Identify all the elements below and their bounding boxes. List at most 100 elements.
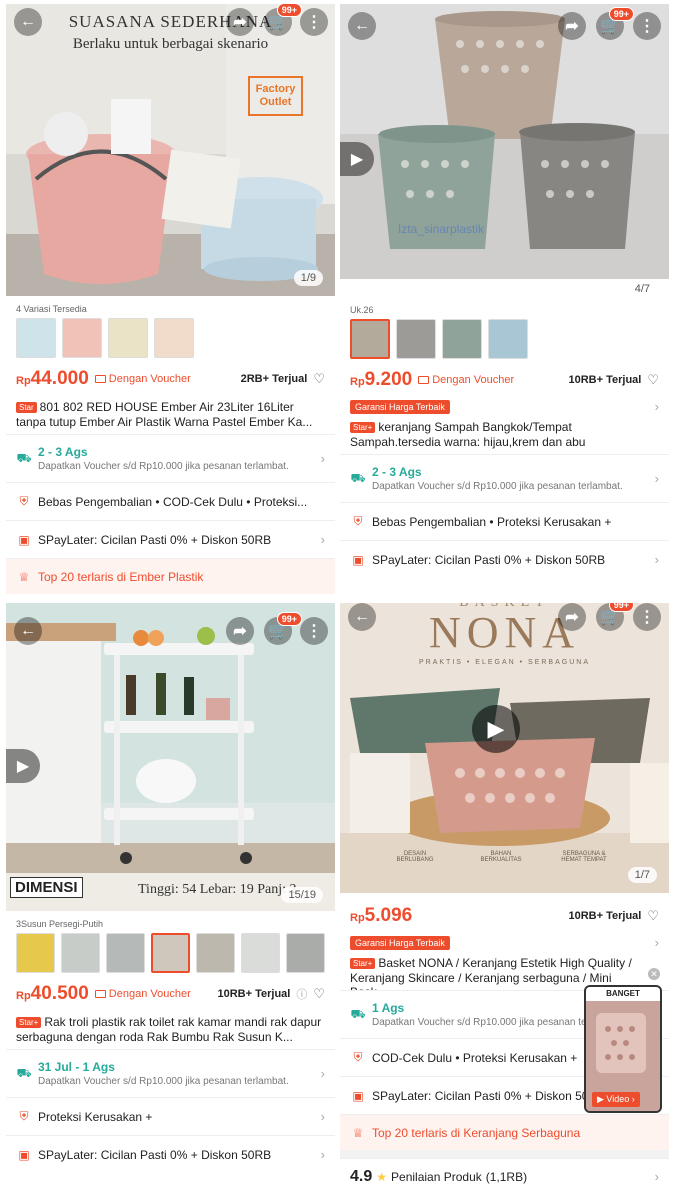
price-row: Rp40.500 Dengan Voucher 10RB+ Terjual ⓘ … [6, 973, 335, 1009]
guarantee-badge: Garansi Harga Terbaik [350, 399, 450, 414]
guarantee-row[interactable]: Garansi Harga Terbaik › [350, 399, 659, 414]
voucher-label[interactable]: Dengan Voucher [418, 374, 514, 386]
truck-icon: ⛟ [350, 470, 366, 485]
variant-thumb[interactable] [151, 933, 191, 973]
perks-row[interactable]: ⛨ Bebas Pengembalian • COD-Cek Dulu • Pr… [6, 482, 335, 520]
mini-video-player[interactable]: BANGET ▶ Video › [584, 985, 662, 1113]
more-icon[interactable]: ⋮ [633, 12, 661, 40]
variant-thumb[interactable] [61, 933, 100, 973]
chevron-right-icon: › [320, 1109, 325, 1124]
product-card-ember: SUASANA SEDERHANA Berlaku untuk berbagai… [6, 4, 335, 598]
variant-thumb[interactable] [286, 933, 326, 973]
cart-icon[interactable]: 🛒 99+ [596, 603, 634, 631]
cart-count-badge: 99+ [276, 4, 302, 17]
variant-thumbnails [6, 933, 335, 973]
share-icon[interactable]: ➦ [226, 8, 254, 36]
chevron-right-icon: › [320, 1066, 325, 1081]
heart-icon[interactable]: ♡ [647, 908, 659, 924]
play-icon[interactable]: ▶ [472, 705, 520, 753]
chevron-right-icon: › [320, 1147, 325, 1162]
play-icon[interactable]: ▶ [6, 749, 40, 783]
share-icon[interactable]: ➦ [226, 617, 254, 645]
variant-thumb[interactable] [16, 318, 56, 358]
product-image[interactable]: Izta_sinarplastik ← ➦ 🛒 99+ ⋮ ▶ [340, 4, 669, 279]
product-card-rak-troli: DIMENSI Tinggi: 54 Lebar: 19 Panj: 2 ← ➦… [6, 603, 335, 1197]
more-icon[interactable]: ⋮ [633, 603, 661, 631]
voucher-icon [94, 990, 106, 999]
product-image[interactable]: BASKET NONA PRAKTIS • ELEGAN • SERBAGUNA… [340, 603, 669, 893]
shipping-eta: 31 Jul - 1 Ags [38, 1060, 115, 1074]
variant-thumb[interactable] [396, 319, 436, 359]
feature-3: SERBAGUNA & HEMAT TEMPAT [561, 851, 607, 863]
variant-thumb[interactable] [488, 319, 528, 359]
brand-tagline: PRAKTIS • ELEGAN • SERBAGUNA [419, 659, 590, 666]
back-icon[interactable]: ← [348, 603, 376, 631]
rating-row[interactable]: 4.9 ★ Penilaian Produk (1,1RB) › [340, 1158, 669, 1194]
share-icon[interactable]: ➦ [558, 603, 586, 631]
shipping-eta: 2 - 3 Ags [38, 445, 88, 459]
voucher-label[interactable]: Dengan Voucher [94, 373, 191, 385]
star-icon: ★ [376, 1169, 388, 1184]
top20-text: Top 20 terlaris di Ember Plastik [38, 569, 204, 584]
star-badge: Star+ [350, 958, 376, 969]
play-icon[interactable]: ▶ [340, 142, 374, 176]
heart-icon[interactable]: ♡ [313, 986, 325, 1002]
heart-icon[interactable]: ♡ [313, 371, 325, 387]
more-icon[interactable]: ⋮ [300, 617, 328, 645]
star-badge: Star+ [16, 1017, 42, 1028]
product-card-keranjang-sampah: Izta_sinarplastik ← ➦ 🛒 99+ ⋮ ▶ 4/7 Uk.26… [340, 4, 669, 598]
shipping-row[interactable]: ⛟ 2 - 3 Ags Dapatkan Voucher s/d Rp10.00… [6, 434, 335, 482]
variant-thumb[interactable] [154, 318, 194, 358]
variant-thumb[interactable] [442, 319, 482, 359]
paylater-row[interactable]: ▣ SPayLater: Cicilan Pasti 0% + Diskon 5… [340, 540, 669, 578]
variant-thumb[interactable] [106, 933, 145, 973]
back-icon[interactable]: ← [14, 8, 42, 36]
shipping-row[interactable]: ⛟ 31 Jul - 1 Ags Dapatkan Voucher s/d Rp… [6, 1049, 335, 1097]
top20-row[interactable]: ♕ Top 20 terlaris di Ember Plastik [6, 558, 335, 594]
product-image[interactable]: DIMENSI Tinggi: 54 Lebar: 19 Panj: 2 ← ➦… [6, 603, 335, 911]
shipping-row[interactable]: ⛟ 2 - 3 Ags Dapatkan Voucher s/d Rp10.00… [340, 454, 669, 502]
cart-count-badge: 99+ [608, 603, 634, 612]
perks-row[interactable]: ⛨ Bebas Pengembalian • Proteksi Kerusaka… [340, 502, 669, 540]
close-icon[interactable]: ✕ [648, 968, 660, 980]
counter-strip: 4/7 [340, 279, 669, 297]
guarantee-row[interactable]: Garansi Harga Terbaik › [350, 935, 659, 950]
product-image[interactable]: SUASANA SEDERHANA Berlaku untuk berbagai… [6, 4, 335, 296]
sold-count: 2RB+ Terjual [240, 373, 308, 385]
voucher-icon [418, 376, 430, 385]
paylater-row[interactable]: ▣ SPayLater: Cicilan Pasti 0% + Diskon 5… [6, 1135, 335, 1173]
voucher-label[interactable]: Dengan Voucher [94, 988, 191, 1000]
chevron-right-icon: › [654, 1169, 659, 1184]
variant-thumb[interactable] [350, 319, 390, 359]
price: Rp44.000 [16, 368, 89, 389]
top20-row[interactable]: ♕ Top 20 terlaris di Keranjang Serbaguna [340, 1114, 669, 1150]
perks-row[interactable]: ⛨ Proteksi Kerusakan + › [6, 1097, 335, 1135]
more-icon[interactable]: ⋮ [300, 8, 328, 36]
sold-count: 10RB+ Terjual [568, 910, 642, 922]
variant-thumb[interactable] [241, 933, 281, 973]
share-icon[interactable]: ➦ [558, 12, 586, 40]
paylater-text: SPayLater: Cicilan Pasti 0% + Diskon 50 [372, 1088, 589, 1103]
voucher-icon [94, 375, 106, 384]
price: Rp40.500 [16, 983, 89, 1004]
variant-thumb[interactable] [108, 318, 148, 358]
image-counter: 15/19 [281, 887, 323, 903]
rating-label: Penilaian Produk [391, 1169, 482, 1184]
perks-text: Bebas Pengembalian • Proteksi Kerusakan … [372, 514, 612, 529]
feature-1: DESAIN BERLUBANG [396, 851, 434, 863]
back-icon[interactable]: ← [348, 12, 376, 40]
variant-thumb[interactable] [62, 318, 102, 358]
heart-icon[interactable]: ♡ [647, 372, 659, 388]
help-icon[interactable]: ⓘ [296, 986, 307, 1002]
variant-thumb[interactable] [196, 933, 236, 973]
chevron-right-icon: › [654, 935, 659, 950]
perks-text: Proteksi Kerusakan + [38, 1109, 153, 1124]
variant-thumb[interactable] [16, 933, 55, 973]
cart-icon[interactable]: 🛒 99+ [264, 612, 302, 645]
shield-icon: ⛨ [353, 1050, 363, 1064]
back-icon[interactable]: ← [14, 617, 42, 645]
cart-icon[interactable]: 🛒 99+ [264, 4, 302, 36]
paylater-row[interactable]: ▣ SPayLater: Cicilan Pasti 0% + Diskon 5… [6, 520, 335, 558]
divider [340, 1150, 669, 1158]
cart-icon[interactable]: 🛒 99+ [596, 7, 634, 40]
